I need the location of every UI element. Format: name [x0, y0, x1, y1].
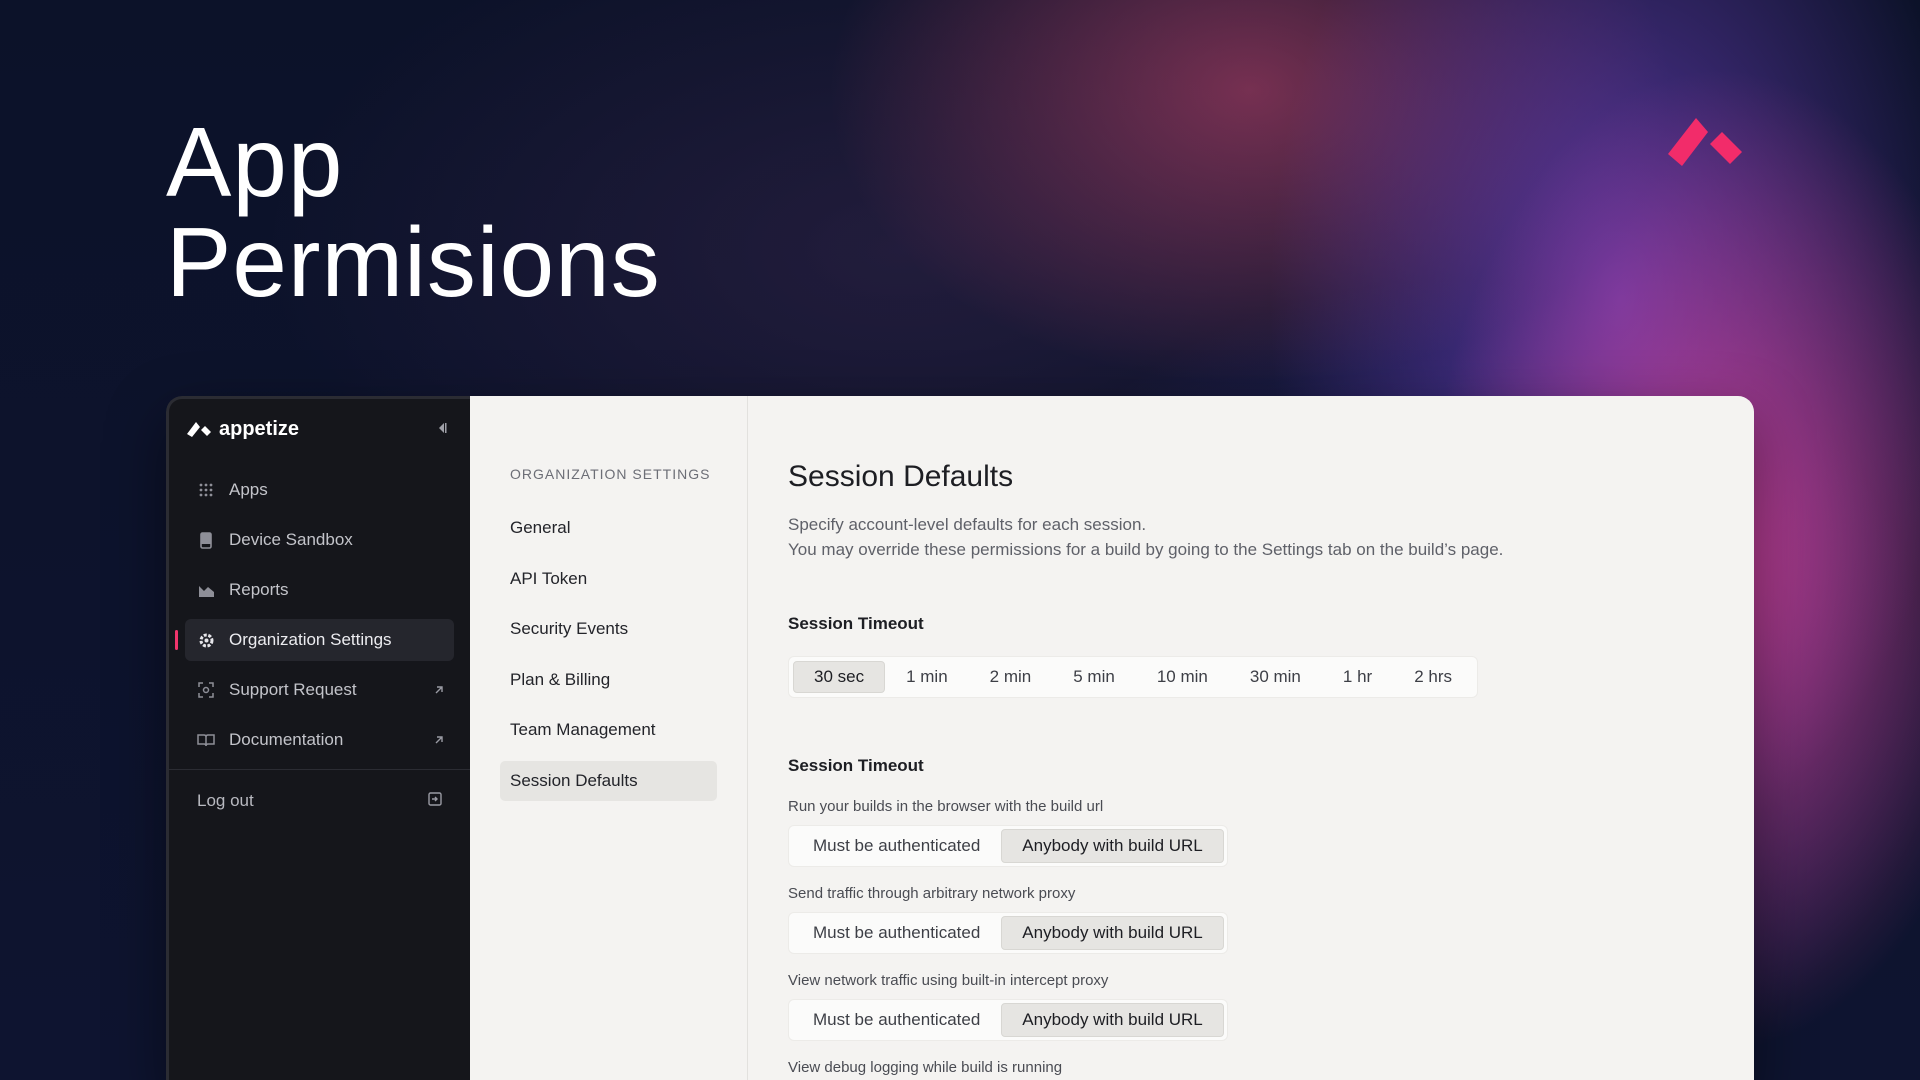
permission-label: Run your builds in the browser with the … — [788, 798, 1104, 815]
logout-icon — [428, 791, 442, 811]
hero-title: App Permisions — [166, 112, 661, 312]
settings-nav-team-management[interactable]: Team Management — [500, 710, 717, 750]
sidebar-item-reports[interactable]: Reports — [185, 569, 454, 611]
logout-label: Log out — [197, 791, 254, 810]
permissions-section-title: Session Timeout — [788, 756, 924, 775]
page-description-1: Specify account-level defaults for each … — [788, 515, 1147, 534]
support-icon — [197, 681, 215, 699]
timeout-option-1-hr[interactable]: 1 hr — [1322, 661, 1393, 693]
appetize-logo[interactable]: appetize — [187, 418, 299, 441]
external-link-icon — [434, 733, 444, 748]
sidebar-item-label: Device Sandbox — [229, 530, 353, 549]
sidebar-item-organization-settings[interactable]: Organization Settings — [175, 619, 454, 661]
settings-nav-heading: ORGANIZATION SETTINGS — [510, 466, 711, 482]
settings-nav: ORGANIZATION SETTINGS General API Token … — [470, 396, 748, 1080]
sidebar-item-label: Reports — [229, 580, 289, 599]
timeout-option-30-min[interactable]: 30 min — [1229, 661, 1322, 693]
hero-title-line-2: Permisions — [166, 207, 661, 317]
timeout-option-10-min[interactable]: 10 min — [1136, 661, 1229, 693]
timeout-option-5-min[interactable]: 5 min — [1052, 661, 1136, 693]
permission-segmented-control: Must be authenticated Anybody with build … — [788, 999, 1228, 1041]
timeout-option-2-hrs[interactable]: 2 hrs — [1393, 661, 1473, 693]
sidebar-item-documentation[interactable]: Documentation — [185, 719, 454, 761]
permission-group: View debug logging while build is runnin… — [788, 1059, 1714, 1076]
anybody-with-build-url-option[interactable]: Anybody with build URL — [1001, 829, 1224, 863]
must-be-authenticated-option[interactable]: Must be authenticated — [792, 829, 1001, 863]
sidebar-item-label: Support Request — [229, 680, 357, 699]
sidebar-item-device-sandbox[interactable]: Device Sandbox — [185, 519, 454, 561]
phone-icon — [197, 531, 215, 549]
settings-nav-api-token[interactable]: API Token — [500, 559, 717, 599]
permission-segmented-control: Must be authenticated Anybody with build … — [788, 825, 1228, 867]
sidebar-item-label: Documentation — [229, 730, 344, 749]
main-sidebar: appetize Apps Device Sandbox Reports Org… — [166, 396, 470, 1080]
brand-name: appetize — [219, 417, 300, 440]
timeout-option-30-sec[interactable]: 30 sec — [793, 661, 886, 693]
permission-group: Send traffic through arbitrary network p… — [788, 885, 1714, 954]
timeout-section: Session Timeout 30 sec 1 min 2 min 5 min 10 … — [788, 614, 1714, 698]
sidebar-header: appetize — [169, 399, 470, 459]
must-be-authenticated-option[interactable]: Must be authenticated — [792, 1003, 1001, 1037]
app-window: appetize Apps Device Sandbox Reports Org… — [166, 396, 1754, 1080]
appetize-logo-icon — [187, 422, 211, 437]
timeout-section-title: Session Timeout — [788, 614, 924, 633]
sidebar-item-support-request[interactable]: Support Request — [185, 669, 454, 711]
permission-label: View debug logging while build is runnin… — [788, 1059, 1063, 1076]
logout-button[interactable]: Log out — [169, 770, 470, 832]
sidebar-item-apps[interactable]: Apps — [185, 469, 454, 511]
gear-icon — [197, 631, 215, 649]
permissions-section: Session Timeout Run your builds in the b… — [788, 756, 1714, 1076]
settings-nav-security-events[interactable]: Security Events — [500, 609, 717, 649]
timeout-segmented-control: 30 sec 1 min 2 min 5 min 10 min 30 min 1 hr 2 h… — [788, 656, 1478, 698]
anybody-with-build-url-option[interactable]: Anybody with build URL — [1001, 1003, 1224, 1037]
collapse-left-icon[interactable] — [432, 421, 452, 438]
settings-nav-plan-billing[interactable]: Plan & Billing — [500, 660, 717, 700]
settings-nav-session-defaults[interactable]: Session Defaults — [500, 760, 717, 801]
page-description-2: You may override these permissions for a… — [788, 540, 1504, 559]
sidebar-nav: Apps Device Sandbox Reports Organization… — [169, 459, 470, 761]
brand-logo-icon — [1668, 118, 1742, 166]
chart-icon — [197, 581, 215, 599]
external-link-icon — [434, 683, 444, 698]
timeout-option-2-min[interactable]: 2 min — [969, 661, 1053, 693]
permissions-list: Run your builds in the browser with the … — [788, 798, 1714, 1076]
permission-label: View network traffic using built-in inte… — [788, 972, 1109, 989]
permission-group: Run your builds in the browser with the … — [788, 798, 1714, 867]
anybody-with-build-url-option[interactable]: Anybody with build URL — [1001, 916, 1224, 950]
sidebar-item-label: Apps — [229, 480, 268, 499]
sidebar-item-label: Organization Settings — [229, 630, 392, 649]
timeout-option-1-min[interactable]: 1 min — [885, 661, 969, 693]
permission-group: View network traffic using built-in inte… — [788, 972, 1714, 1041]
must-be-authenticated-option[interactable]: Must be authenticated — [792, 916, 1001, 950]
main-content: Session Defaults Specify account-level d… — [748, 396, 1754, 1080]
book-icon — [197, 731, 215, 749]
page-title: Session Defaults — [788, 460, 1014, 493]
permission-segmented-control: Must be authenticated Anybody with build … — [788, 912, 1228, 954]
settings-nav-general[interactable]: General — [500, 508, 717, 548]
hero-title-line-1: App — [166, 107, 344, 217]
permission-label: Send traffic through arbitrary network p… — [788, 885, 1076, 902]
grid-icon — [197, 481, 215, 499]
